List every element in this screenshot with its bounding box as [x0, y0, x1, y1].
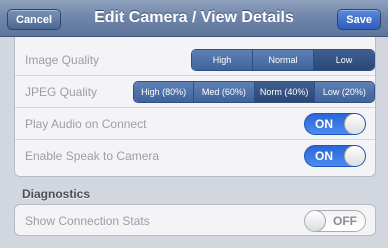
save-button[interactable]: Save: [337, 9, 381, 30]
jpeg-quality-segmented-control[interactable]: High (80%) Med (60%) Norm (40%) Low (20%…: [133, 81, 375, 103]
navigation-bar: Cancel Edit Camera / View Details Save: [0, 0, 388, 37]
diagnostics-group: Show Connection Stats OFF: [14, 204, 376, 236]
page-title: Edit Camera / View Details: [94, 9, 294, 26]
show-connection-stats-label: Show Connection Stats: [25, 214, 150, 228]
camera-settings-group: Image Quality High Normal Low JPEG Quali…: [14, 37, 376, 177]
toggle-knob: [344, 146, 365, 166]
play-audio-row: Play Audio on Connect ON: [15, 108, 375, 140]
jpeg-quality-label: JPEG Quality: [25, 85, 98, 99]
play-audio-toggle[interactable]: ON: [304, 113, 366, 135]
enable-speak-label: Enable Speak to Camera: [25, 149, 160, 163]
settings-content: Image Quality High Normal Low JPEG Quali…: [0, 37, 388, 248]
play-audio-toggle-text: ON: [315, 117, 333, 131]
image-quality-segmented-control[interactable]: High Normal Low: [191, 49, 375, 71]
show-connection-stats-row: Show Connection Stats OFF: [15, 205, 375, 235]
enable-speak-toggle[interactable]: ON: [304, 145, 366, 167]
jpeg-quality-option-med[interactable]: Med (60%): [194, 82, 255, 102]
enable-speak-row: Enable Speak to Camera ON: [15, 140, 375, 172]
jpeg-quality-option-high[interactable]: High (80%): [134, 82, 195, 102]
toggle-knob: [305, 211, 326, 231]
image-quality-label: Image Quality: [25, 53, 100, 67]
show-connection-stats-toggle[interactable]: OFF: [304, 210, 366, 232]
image-quality-row: Image Quality High Normal Low: [15, 44, 375, 76]
image-quality-option-high[interactable]: High: [192, 50, 253, 70]
diagnostics-section-header: Diagnostics: [22, 187, 91, 201]
enable-speak-toggle-text: ON: [315, 149, 333, 163]
toggle-knob: [344, 114, 365, 134]
jpeg-quality-option-norm[interactable]: Norm (40%): [254, 82, 315, 102]
jpeg-quality-option-low[interactable]: Low (20%): [314, 82, 374, 102]
image-quality-option-normal[interactable]: Normal: [253, 50, 314, 70]
jpeg-quality-row: JPEG Quality High (80%) Med (60%) Norm (…: [15, 76, 375, 108]
play-audio-label: Play Audio on Connect: [25, 117, 147, 131]
image-quality-option-low[interactable]: Low: [314, 50, 374, 70]
show-connection-stats-toggle-text: OFF: [333, 214, 357, 228]
